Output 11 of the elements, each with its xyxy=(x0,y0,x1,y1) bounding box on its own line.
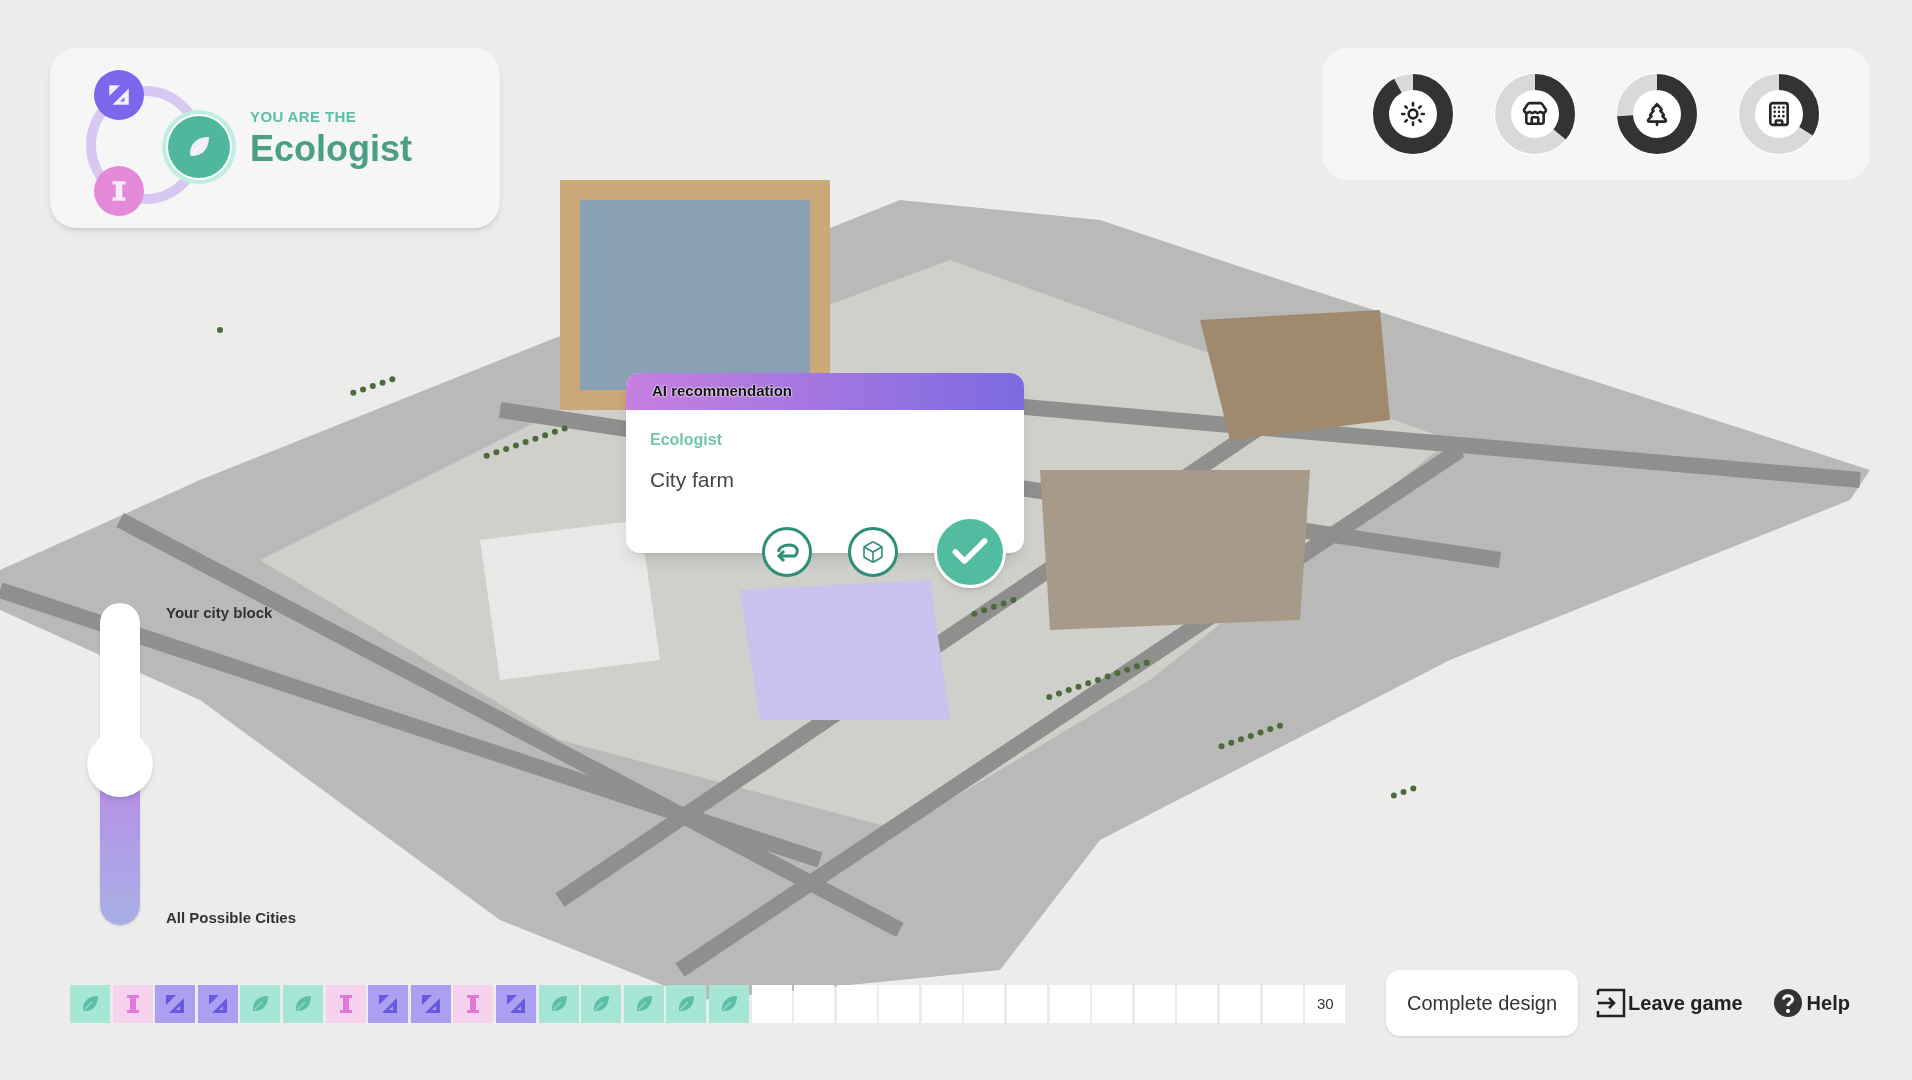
role-name: Ecologist xyxy=(250,128,413,171)
complete-design-button[interactable]: Complete design xyxy=(1386,970,1579,1036)
role-label: Ecologist xyxy=(650,430,723,450)
leave-game-button[interactable]: Leave game xyxy=(1596,988,1743,1018)
slider-top-label: Your city block xyxy=(166,603,273,623)
role-caption: YOU ARE THE xyxy=(250,106,358,127)
card-title: AI recommendation xyxy=(652,381,793,402)
turn-total: 30 xyxy=(1305,985,1346,1023)
suggestion-text: City farm xyxy=(650,467,735,493)
slider-bottom-label: All Possible Cities xyxy=(166,908,297,928)
help-button[interactable]: Help xyxy=(1772,988,1850,1018)
